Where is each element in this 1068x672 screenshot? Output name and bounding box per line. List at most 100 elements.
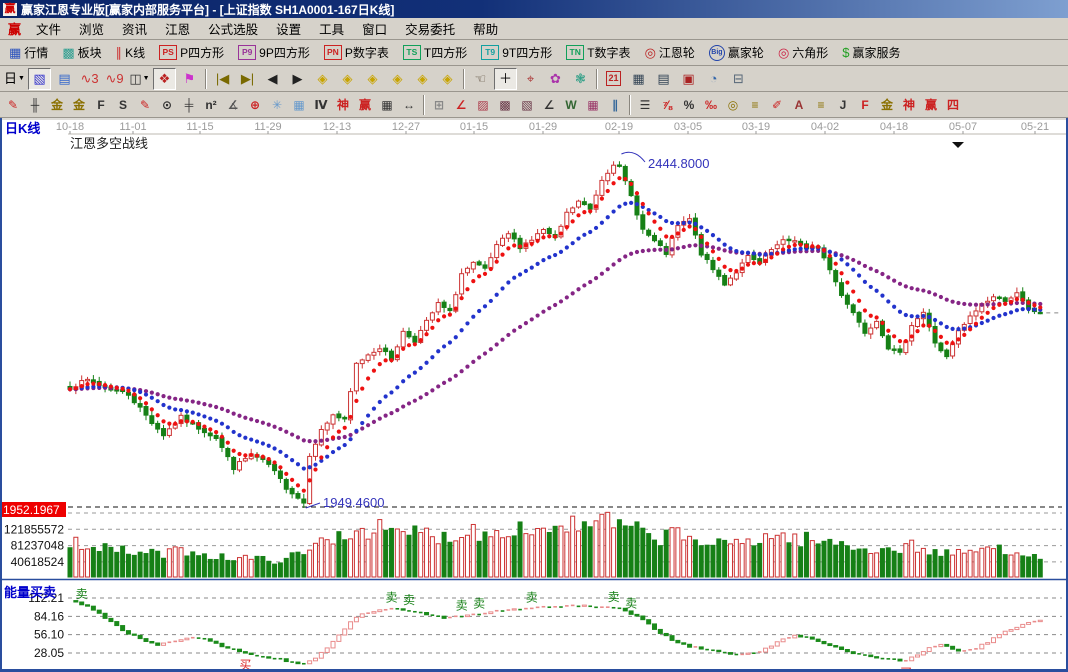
ray-fan-tool[interactable]: ∠ — [450, 94, 472, 115]
p-number-table-button[interactable]: PN P数字表 — [318, 42, 395, 63]
p-square-button[interactable]: PS P四方形 — [153, 42, 230, 63]
gold-lines-tool[interactable]: ≡ — [744, 94, 766, 115]
save-icon[interactable]: ▣ — [677, 68, 700, 90]
t-number-table-button[interactable]: TN T数字表 — [560, 42, 636, 63]
zoom-hin-icon[interactable]: ◈ — [386, 68, 409, 90]
winner-wheel-button[interactable]: Big 赢家轮 — [703, 42, 770, 63]
sectors-button[interactable]: ▩ 板块 — [56, 42, 107, 63]
ying-angle-tool[interactable]: 赢 — [920, 94, 942, 115]
zoom-left-icon[interactable]: ◈ — [311, 68, 334, 90]
gold-lines2-tool[interactable]: ≡ — [810, 94, 832, 115]
first-bar-icon[interactable]: |◀ — [211, 68, 234, 90]
ruler-grid-tool[interactable]: ╪ — [178, 94, 200, 115]
star-grid-tool[interactable]: ✳ — [266, 94, 288, 115]
menu-item-8[interactable]: 交易委托 — [396, 17, 464, 40]
zoom-fit-icon[interactable]: ◈ — [436, 68, 459, 90]
kline-button[interactable]: ∥ K线 — [110, 42, 152, 63]
menu-item-7[interactable]: 窗口 — [353, 17, 396, 40]
ninet-square-button[interactable]: T9 9T四方形 — [475, 42, 558, 63]
brush-tool[interactable]: ✎ — [2, 94, 24, 115]
info-panel-icon[interactable]: ▤ — [53, 68, 76, 90]
zigzag-tool[interactable]: W — [560, 94, 582, 115]
menu-item-5[interactable]: 设置 — [267, 17, 310, 40]
zoom-right-icon[interactable]: ◈ — [336, 68, 359, 90]
percent-tool[interactable]: % — [678, 94, 700, 115]
brush2-tool[interactable]: ✎ — [134, 94, 156, 115]
notes-icon[interactable]: ▤ — [652, 68, 675, 90]
candle-style-dropdown[interactable]: ◫ ▼ — [128, 68, 151, 90]
si-angle-tool[interactable]: 四 — [942, 94, 964, 115]
app-logo-icon: 赢 — [3, 2, 17, 16]
calendar-21-icon[interactable]: 21 — [602, 68, 625, 90]
color-flag-icon[interactable]: ⚑ — [178, 68, 201, 90]
f-angle-tool[interactable]: F — [854, 94, 876, 115]
hexagon-button[interactable]: ◎ 六角形 — [772, 42, 834, 63]
j-angle-tool[interactable]: J — [832, 94, 854, 115]
print-icon-glyph: ⊟ — [733, 71, 744, 86]
gold-grid1-tool[interactable]: 金 — [46, 94, 68, 115]
grid-123-tool[interactable]: ▦ — [376, 94, 398, 115]
menu-item-4[interactable]: 公式选股 — [199, 17, 267, 40]
parallel-tool[interactable]: ∥ — [604, 94, 626, 115]
next-bar-icon[interactable]: ▶ — [286, 68, 309, 90]
n2-tool[interactable]: n² — [200, 94, 222, 115]
indicator-window-icon[interactable]: ▧ — [28, 67, 51, 90]
world-clock-icon[interactable]: ◔ — [702, 68, 725, 90]
winner-service-button[interactable]: $ 赢家服务 — [836, 42, 906, 63]
gann-wheel-button[interactable]: ◎ 江恩轮 — [639, 42, 701, 63]
wave3-icon[interactable]: ∿3 — [78, 68, 101, 90]
print-icon[interactable]: ⊟ — [727, 68, 750, 90]
percent-line-tool[interactable]: ‰ — [700, 94, 722, 115]
shen-angle-tool[interactable]: 神 — [898, 94, 920, 115]
bars-box-tool[interactable]: ☰ — [634, 94, 656, 115]
menu-item-1[interactable]: 浏览 — [70, 17, 113, 40]
s-grid-tool[interactable]: S — [112, 94, 134, 115]
prev-bar-icon[interactable]: ◀ — [261, 68, 284, 90]
hand-tool-icon[interactable]: ☜ — [469, 68, 492, 90]
gold-angle-tool[interactable]: 金 — [876, 94, 898, 115]
grid-d-tool[interactable]: ▦ — [582, 94, 604, 115]
title-bar[interactable]: 赢 赢家江恩专业版[赢家内部服务平台] - [上证指数 SH1A0001-167… — [0, 0, 1068, 18]
menu-item-3[interactable]: 江恩 — [156, 17, 199, 40]
flower-icon[interactable]: ✿ — [544, 68, 567, 90]
leaf-icon[interactable]: ❃ — [569, 68, 592, 90]
corner-grid-tool-glyph: ⊞ — [433, 97, 445, 112]
quotes-button[interactable]: ▦ 行情 — [3, 42, 54, 63]
menu-item-9[interactable]: 帮助 — [464, 17, 507, 40]
circle-cross-tool[interactable]: ⊕ — [244, 94, 266, 115]
gann-grid-tool[interactable]: ╫ — [24, 94, 46, 115]
zoom-all-icon[interactable]: ◈ — [411, 68, 434, 90]
shaded-square-tool[interactable]: ▨ — [472, 94, 494, 115]
ray-fan2-tool[interactable]: ∠ — [538, 94, 560, 115]
wave-a-tool[interactable]: A — [788, 94, 810, 115]
width-arrow-tool[interactable]: ↔ — [398, 94, 420, 115]
angle-ruler-tool[interactable]: ∡ — [222, 94, 244, 115]
percent-t-tool[interactable]: ⅞ — [656, 94, 678, 115]
pointer-a-icon[interactable]: ⌖ — [519, 68, 542, 90]
compass-tool[interactable]: ⊙ — [156, 94, 178, 115]
corner-grid-tool[interactable]: ⊞ — [428, 94, 450, 115]
gold-circle-tool[interactable]: ◎ — [722, 94, 744, 115]
main-chart-svg[interactable]: 10-18 11-01 11-15 11-29 12-13 12-27 01-15 01-29… — [0, 118, 1068, 672]
hatch-square-tool[interactable]: ▧ — [516, 94, 538, 115]
f-grid-tool[interactable]: F — [90, 94, 112, 115]
dark-square-tool[interactable]: ▩ — [494, 94, 516, 115]
ying-tool[interactable]: 赢 — [354, 94, 376, 115]
crosshair-tool-icon[interactable]: ＋ — [494, 67, 517, 90]
period-day-dropdown[interactable]: 日 ▼ — [3, 68, 26, 90]
zoom-hout-icon[interactable]: ◈ — [361, 68, 384, 90]
chips-icon[interactable]: ❖ — [153, 67, 176, 90]
ninep-square-button[interactable]: P9 9P四方形 — [232, 42, 316, 63]
calculator-icon[interactable]: ▦ — [627, 68, 650, 90]
menu-item-6[interactable]: 工具 — [310, 17, 353, 40]
shen-tool[interactable]: 神 — [332, 94, 354, 115]
gold-grid2-tool[interactable]: 金 — [68, 94, 90, 115]
wave9-icon[interactable]: ∿9 — [103, 68, 126, 90]
last-bar-icon[interactable]: ▶| — [236, 68, 259, 90]
brush-flag-tool[interactable]: ✐ — [766, 94, 788, 115]
wave4-tool[interactable]: Ⅳ — [310, 94, 332, 115]
t-square-button[interactable]: TS T四方形 — [397, 42, 473, 63]
menu-item-0[interactable]: 文件 — [27, 17, 70, 40]
web-grid-tool[interactable]: ▦ — [288, 94, 310, 115]
menu-item-2[interactable]: 资讯 — [113, 17, 156, 40]
